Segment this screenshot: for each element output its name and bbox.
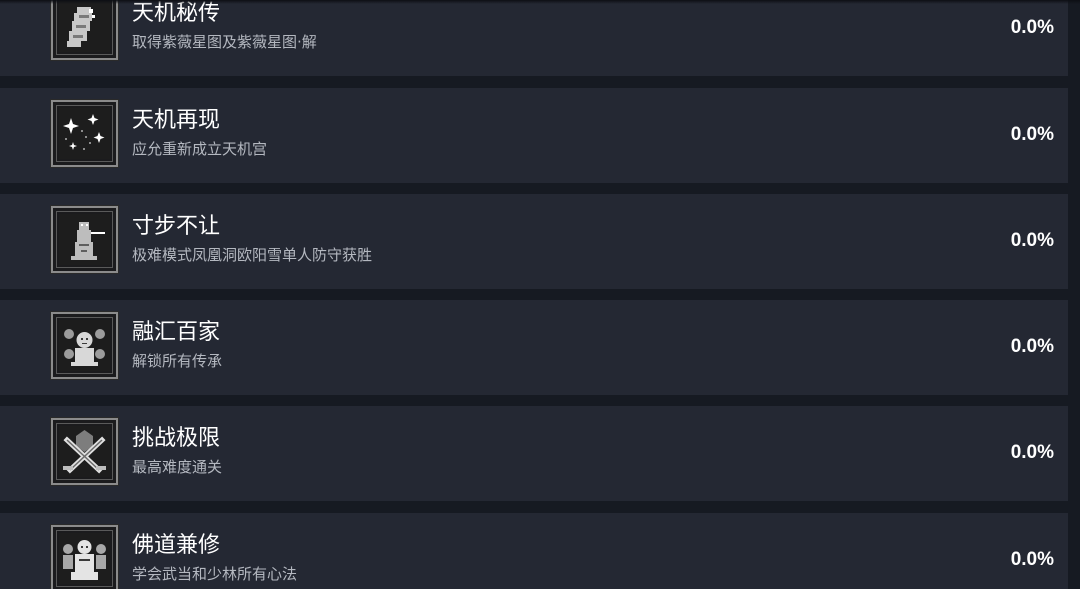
achievement-row[interactable]: 挑战极限 最高难度通关 0.0%	[0, 406, 1068, 501]
crossed-swords-icon	[50, 417, 119, 486]
monk-icon	[50, 524, 119, 589]
achievement-row[interactable]: 佛道兼修 学会武当和少林所有心法 0.0%	[0, 513, 1068, 589]
achievement-description: 应允重新成立天机宫	[132, 140, 268, 158]
achievement-percent: 0.0%	[1010, 124, 1054, 145]
achievement-description: 极难模式凤凰洞欧阳雪单人防守获胜	[132, 246, 373, 264]
achievement-title: 佛道兼修	[132, 533, 221, 558]
achievement-title: 天机再现	[132, 108, 221, 133]
achievement-description: 学会武当和少林所有心法	[132, 565, 298, 583]
achievement-percent: 0.0%	[1010, 17, 1054, 38]
achievement-title: 寸步不让	[132, 214, 221, 239]
achievement-description: 最高难度通关	[132, 458, 223, 476]
achievement-row[interactable]: 天机秘传 取得紫薇星图及紫薇星图·解 0.0%	[0, 0, 1068, 76]
achievement-title: 挑战极限	[132, 426, 221, 451]
achievement-percent: 0.0%	[1010, 230, 1054, 251]
achievement-percent: 0.0%	[1010, 336, 1054, 357]
stars-icon	[50, 99, 119, 168]
scrollbar[interactable]	[1070, 0, 1080, 589]
achievement-percent: 0.0%	[1010, 549, 1054, 570]
achievement-description: 解锁所有传承	[132, 352, 223, 370]
achievement-row[interactable]: 寸步不让 极难模式凤凰洞欧阳雪单人防守获胜 0.0%	[0, 194, 1068, 289]
top-shadow	[0, 0, 1080, 4]
achievement-row[interactable]: 天机再现 应允重新成立天机宫 0.0%	[0, 88, 1068, 183]
masters-icon	[50, 311, 119, 380]
achievement-list: 天机秘传 取得紫薇星图及紫薇星图·解 0.0% 天机再现 应允重新成立天机宫 0…	[0, 0, 1080, 589]
warrior-icon	[50, 205, 119, 274]
achievement-description: 取得紫薇星图及紫薇星图·解	[132, 33, 317, 51]
achievement-title: 天机秘传	[132, 1, 221, 26]
achievement-title: 融汇百家	[132, 320, 221, 345]
achievement-row[interactable]: 融汇百家 解锁所有传承 0.0%	[0, 300, 1068, 395]
achievement-percent: 0.0%	[1010, 442, 1054, 463]
scroll-icon	[50, 0, 119, 61]
